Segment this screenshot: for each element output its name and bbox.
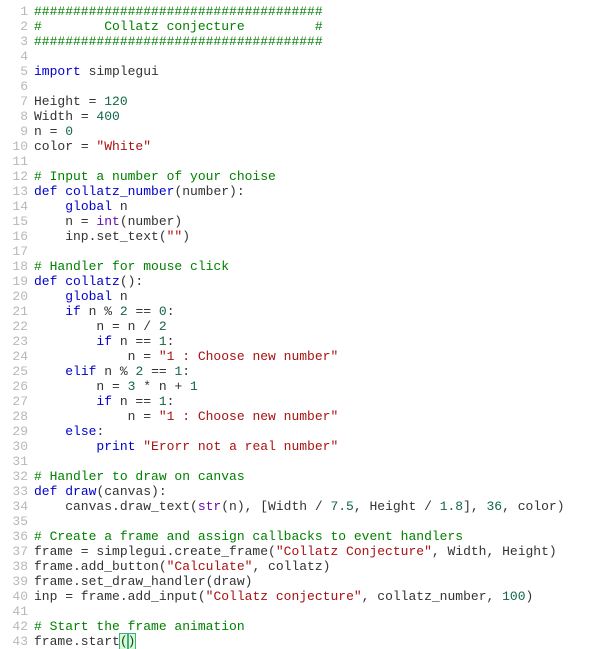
line-number: 23 [0, 334, 28, 349]
line-number: 15 [0, 214, 28, 229]
code-line[interactable]: if n % 2 == 0: [34, 304, 602, 319]
code-line[interactable]: import simplegui [34, 64, 602, 79]
code-line[interactable] [34, 604, 602, 619]
line-number: 4 [0, 49, 28, 64]
code-line[interactable]: frame.start() [34, 634, 602, 649]
line-number: 10 [0, 139, 28, 154]
line-number: 2 [0, 19, 28, 34]
line-number: 14 [0, 199, 28, 214]
line-number: 39 [0, 574, 28, 589]
code-line[interactable]: n = "1 : Choose new number" [34, 409, 602, 424]
line-number: 30 [0, 439, 28, 454]
line-number: 18 [0, 259, 28, 274]
code-line[interactable]: ##################################### [34, 4, 602, 19]
line-number: 31 [0, 454, 28, 469]
line-number: 7 [0, 94, 28, 109]
line-number: 33 [0, 484, 28, 499]
line-number-gutter: 1234567891011121314151617181920212223242… [0, 4, 34, 649]
line-number: 32 [0, 469, 28, 484]
line-number: 34 [0, 499, 28, 514]
code-line[interactable]: n = 0 [34, 124, 602, 139]
line-number: 9 [0, 124, 28, 139]
code-line[interactable]: if n == 1: [34, 394, 602, 409]
code-line[interactable]: Width = 400 [34, 109, 602, 124]
line-number: 29 [0, 424, 28, 439]
code-line[interactable]: frame.add_button("Calculate", collatz) [34, 559, 602, 574]
line-number: 42 [0, 619, 28, 634]
code-line[interactable]: print "Erorr not a real number" [34, 439, 602, 454]
code-line[interactable] [34, 514, 602, 529]
line-number: 40 [0, 589, 28, 604]
line-number: 21 [0, 304, 28, 319]
code-line[interactable] [34, 49, 602, 64]
line-number: 26 [0, 379, 28, 394]
code-line[interactable]: Height = 120 [34, 94, 602, 109]
line-number: 12 [0, 169, 28, 184]
code-line[interactable]: canvas.draw_text(str(n), [Width / 7.5, H… [34, 499, 602, 514]
code-line[interactable]: def collatz_number(number): [34, 184, 602, 199]
line-number: 16 [0, 229, 28, 244]
line-number: 19 [0, 274, 28, 289]
line-number: 5 [0, 64, 28, 79]
code-line[interactable]: n = 3 * n + 1 [34, 379, 602, 394]
line-number: 13 [0, 184, 28, 199]
line-number: 24 [0, 349, 28, 364]
code-line[interactable] [34, 454, 602, 469]
code-line[interactable]: color = "White" [34, 139, 602, 154]
code-line[interactable]: else: [34, 424, 602, 439]
code-line[interactable]: # Collatz conjecture # [34, 19, 602, 34]
code-line[interactable]: inp = frame.add_input("Collatz conjectur… [34, 589, 602, 604]
line-number: 22 [0, 319, 28, 334]
code-line[interactable]: frame = simplegui.create_frame("Collatz … [34, 544, 602, 559]
code-editor[interactable]: 1234567891011121314151617181920212223242… [0, 0, 602, 649]
line-number: 43 [0, 634, 28, 649]
code-line[interactable]: global n [34, 199, 602, 214]
code-line[interactable] [34, 244, 602, 259]
code-line[interactable]: def collatz(): [34, 274, 602, 289]
code-line[interactable]: inp.set_text("") [34, 229, 602, 244]
line-number: 1 [0, 4, 28, 19]
code-line[interactable]: n = n / 2 [34, 319, 602, 334]
code-line[interactable]: if n == 1: [34, 334, 602, 349]
code-area[interactable]: ###################################### C… [34, 4, 602, 649]
code-line[interactable] [34, 154, 602, 169]
code-line[interactable]: n = "1 : Choose new number" [34, 349, 602, 364]
code-line[interactable]: def draw(canvas): [34, 484, 602, 499]
code-line[interactable]: n = int(number) [34, 214, 602, 229]
code-line[interactable]: global n [34, 289, 602, 304]
line-number: 11 [0, 154, 28, 169]
line-number: 8 [0, 109, 28, 124]
code-line[interactable]: # Create a frame and assign callbacks to… [34, 529, 602, 544]
code-line[interactable] [34, 79, 602, 94]
line-number: 37 [0, 544, 28, 559]
line-number: 38 [0, 559, 28, 574]
line-number: 3 [0, 34, 28, 49]
code-line[interactable]: elif n % 2 == 1: [34, 364, 602, 379]
line-number: 25 [0, 364, 28, 379]
line-number: 36 [0, 529, 28, 544]
line-number: 27 [0, 394, 28, 409]
code-line[interactable]: # Handler for mouse click [34, 259, 602, 274]
line-number: 41 [0, 604, 28, 619]
line-number: 6 [0, 79, 28, 94]
line-number: 35 [0, 514, 28, 529]
code-line[interactable]: # Handler to draw on canvas [34, 469, 602, 484]
code-line[interactable]: # Input a number of your choise [34, 169, 602, 184]
code-line[interactable]: ##################################### [34, 34, 602, 49]
code-line[interactable]: # Start the frame animation [34, 619, 602, 634]
code-line[interactable]: frame.set_draw_handler(draw) [34, 574, 602, 589]
line-number: 17 [0, 244, 28, 259]
line-number: 20 [0, 289, 28, 304]
line-number: 28 [0, 409, 28, 424]
